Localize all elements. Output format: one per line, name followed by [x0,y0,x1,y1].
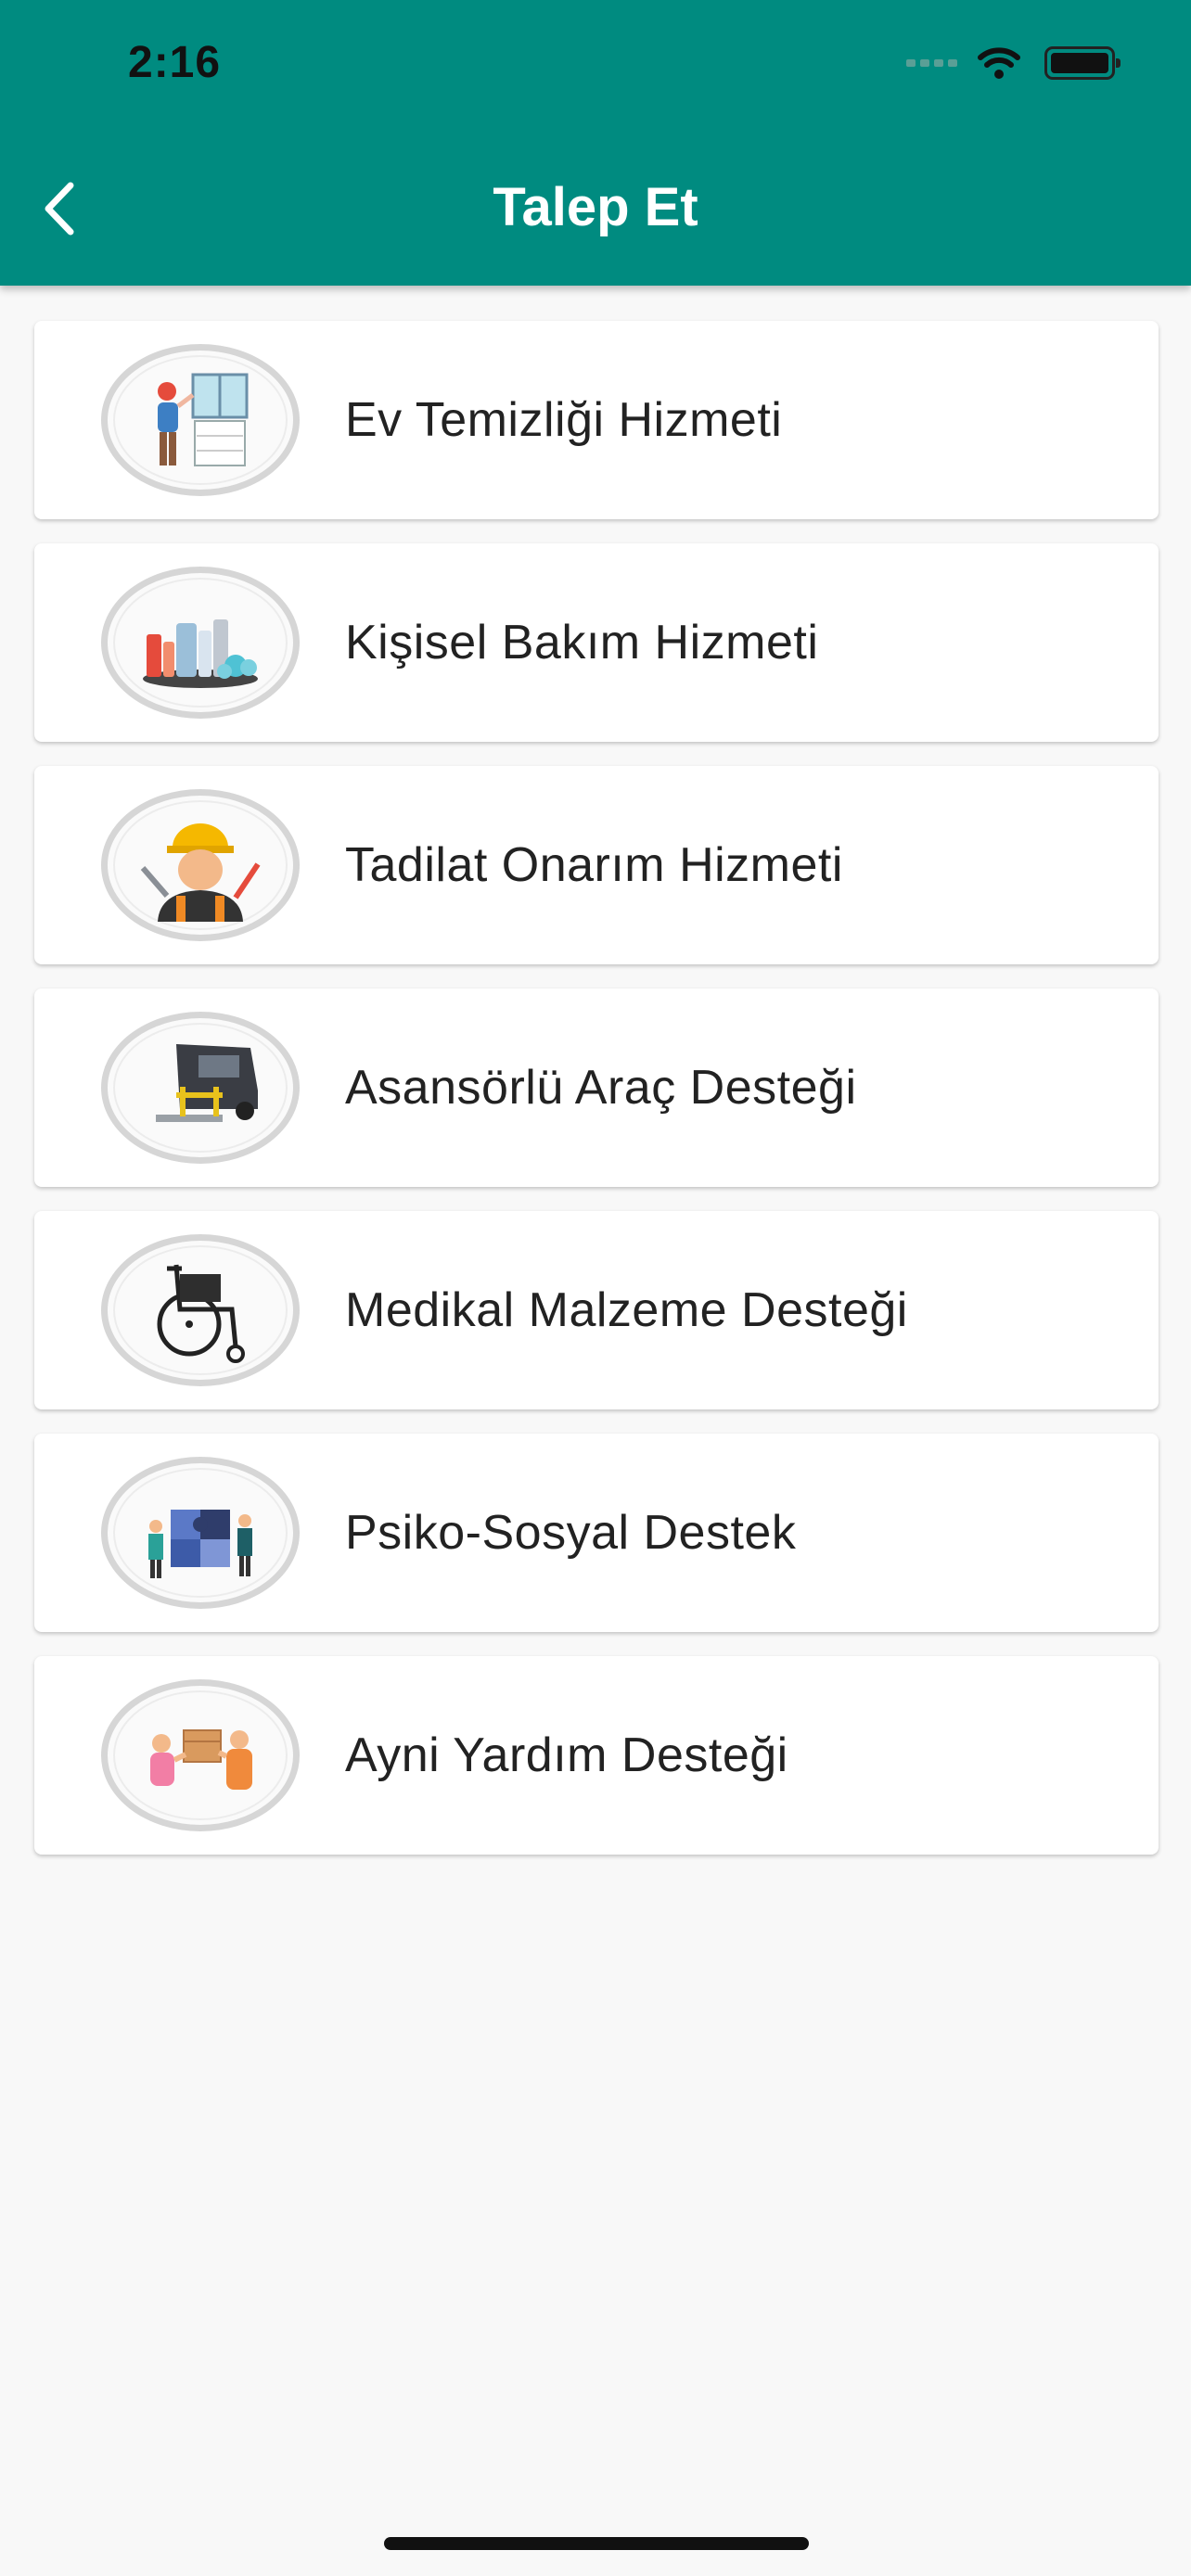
personal-care-icon [101,567,300,719]
service-item-house-cleaning[interactable]: Ev Temizliği Hizmeti [34,321,1159,519]
puzzle-people-icon [101,1457,300,1609]
status-time: 2:16 [128,38,222,87]
service-label: Asansörlü Araç Desteği [345,1061,857,1115]
aid-package-icon [101,1679,300,1831]
service-label: Ev Temizliği Hizmeti [345,393,783,447]
service-label: Psiko-Sosyal Destek [345,1506,797,1560]
wheelchair-icon [101,1234,300,1386]
repair-worker-icon [101,789,300,941]
service-label: Medikal Malzeme Desteği [345,1283,908,1337]
service-item-personal-care[interactable]: Kişisel Bakım Hizmeti [34,543,1159,742]
service-item-lift-vehicle[interactable]: Asansörlü Araç Desteği [34,988,1159,1187]
battery-icon [1044,46,1121,80]
home-indicator[interactable] [384,2537,809,2550]
service-list: Ev Temizliği Hizmeti Kişisel Bakım Hizme… [34,321,1159,1879]
lift-vehicle-icon [101,1012,300,1164]
service-item-in-kind-aid[interactable]: Ayni Yardım Desteği [34,1656,1159,1855]
status-icons [906,46,1121,80]
signal-icon [906,59,957,67]
service-item-repair[interactable]: Tadilat Onarım Hizmeti [34,766,1159,964]
house-cleaning-icon [101,344,300,496]
service-label: Tadilat Onarım Hizmeti [345,838,843,892]
service-label: Ayni Yardım Desteği [345,1728,788,1782]
page-title: Talep Et [493,177,698,237]
service-label: Kişisel Bakım Hizmeti [345,616,819,670]
service-item-psycho-social[interactable]: Psiko-Sosyal Destek [34,1434,1159,1632]
service-item-medical[interactable]: Medikal Malzeme Desteği [34,1211,1159,1409]
app-header: 2:16 Talep Et [0,0,1191,286]
wifi-icon [978,47,1020,79]
